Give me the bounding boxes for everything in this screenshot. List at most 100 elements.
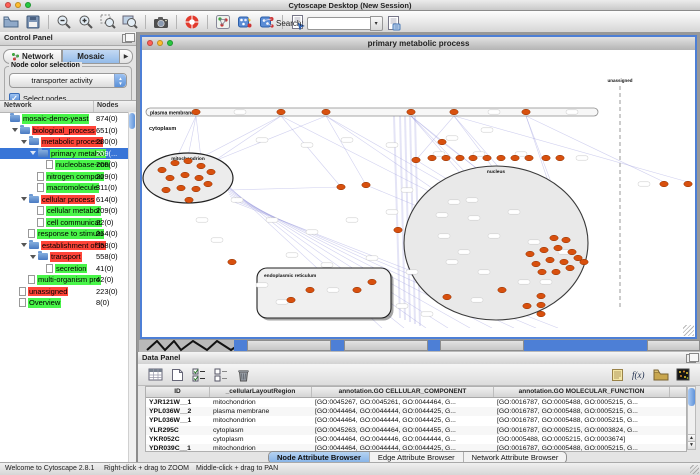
table-cell[interactable]: [GO:0045267, GO:0045261, GO:0044464, G..…	[312, 399, 494, 406]
unselect-attributes-icon[interactable]	[211, 366, 231, 384]
gene-node[interactable]	[166, 175, 174, 181]
gene-node[interactable]	[184, 158, 192, 164]
gene-node[interactable]	[483, 155, 491, 161]
column-header[interactable]: annotation.GO MOLECULAR_FUNCTION	[494, 387, 670, 397]
gene-node[interactable]	[684, 181, 692, 187]
tree-row[interactable]: response to stimulu264(0)	[0, 228, 136, 240]
app-titlebar[interactable]: Cytoscape Desktop (New Session)	[0, 0, 700, 11]
column-header[interactable]: _cellularLayoutRegion	[210, 387, 312, 397]
gene-node[interactable]	[158, 167, 166, 173]
tree-row[interactable]: primary metabol209(...	[0, 148, 136, 160]
gene-node[interactable]	[362, 182, 370, 188]
tree-row[interactable]: transport558(0)	[0, 251, 136, 263]
table-cell[interactable]: YKR052C	[146, 436, 210, 443]
gene-node[interactable]	[537, 293, 545, 299]
gene-node[interactable]	[195, 175, 203, 181]
table-row[interactable]: YPL036W__1mitochondrion[GO:0044464, GO:0…	[146, 416, 686, 425]
gene-node[interactable]	[162, 187, 170, 193]
gene-node[interactable]	[177, 185, 185, 191]
delete-attribute-icon[interactable]	[233, 366, 253, 384]
tree-row[interactable]: cellular process614(0)	[0, 194, 136, 206]
gene-node[interactable]	[204, 181, 212, 187]
expand-arrow-icon[interactable]	[21, 197, 27, 201]
tree-row[interactable]: Overview8(0)	[0, 297, 136, 309]
gene-node[interactable]	[450, 109, 458, 115]
attribute-table-header[interactable]: ID_cellularLayoutRegionannotation.GO CEL…	[146, 387, 686, 398]
select-attributes-icon[interactable]	[189, 366, 209, 384]
background-window[interactable]	[647, 340, 700, 351]
gene-node[interactable]	[228, 259, 236, 265]
node-color-dropdown[interactable]: transporter activity ▲▼	[9, 73, 127, 88]
tab-overflow-arrow[interactable]: ▶	[120, 49, 133, 64]
table-cell[interactable]: [GO:0044464, GO:0044446, GO:0044444, G..…	[312, 436, 494, 443]
tree-scrollbar[interactable]	[128, 112, 136, 462]
edge[interactable]	[326, 116, 366, 185]
gene-node[interactable]	[554, 245, 562, 251]
table-scrollbar-thumb[interactable]	[688, 388, 695, 406]
tree-row[interactable]: mosaic-demo-yeast874(0)	[0, 113, 136, 125]
window-resize-grip[interactable]	[683, 325, 694, 336]
gene-node[interactable]	[456, 155, 464, 161]
import-attributes-icon[interactable]	[651, 366, 671, 384]
table-cell[interactable]: [GO:0005488, GO:0005215, GO:0003674]	[494, 436, 670, 443]
gene-node[interactable]	[552, 269, 560, 275]
gene-node[interactable]	[526, 251, 534, 257]
tree-row[interactable]: nucleobase-con209(0)	[0, 159, 136, 171]
gene-node[interactable]	[407, 109, 415, 115]
table-cell[interactable]: YJR121W__1	[146, 399, 210, 406]
expand-arrow-icon[interactable]	[30, 151, 36, 155]
table-row[interactable]: YLR295Ccytoplasm[GO:0045263, GO:0044464,…	[146, 426, 686, 435]
table-scrollbar[interactable]: ▲ ▼	[687, 386, 696, 450]
gene-node[interactable]	[537, 302, 545, 308]
column-header[interactable]: annotation.GO CELLULAR_COMPONENT	[312, 387, 494, 397]
select-all-attributes-icon[interactable]	[145, 366, 165, 384]
network-canvas[interactable]: plasma membrane cytoplasm mitochondrion …	[142, 50, 695, 337]
gene-node[interactable]	[192, 186, 200, 192]
float-panel-icon[interactable]	[686, 354, 696, 363]
zoom-out-icon[interactable]	[54, 13, 74, 31]
gene-node[interactable]	[443, 294, 451, 300]
gene-node[interactable]	[546, 257, 554, 263]
nucleus-region[interactable]	[404, 166, 588, 320]
attribute-matrix-icon[interactable]	[673, 366, 693, 384]
search-input[interactable]	[307, 17, 370, 30]
table-cell[interactable]: mitochondrion	[210, 417, 312, 424]
table-cell[interactable]: YPL036W__2	[146, 408, 210, 415]
gene-node[interactable]	[394, 227, 402, 233]
gene-node[interactable]	[562, 237, 570, 243]
gene-node[interactable]	[306, 287, 314, 293]
expand-arrow-icon[interactable]	[21, 140, 27, 144]
background-windows-strip[interactable]	[139, 340, 700, 352]
gene-node[interactable]	[207, 169, 215, 175]
gene-node[interactable]	[337, 184, 345, 190]
tree-row[interactable]: cellular metabol209(0)	[0, 205, 136, 217]
network-graph[interactable]: plasma membrane cytoplasm mitochondrion …	[142, 50, 695, 328]
expand-arrow-icon[interactable]	[30, 255, 36, 259]
gene-node[interactable]	[197, 163, 205, 169]
apply-layout-icon[interactable]	[235, 13, 255, 31]
gene-node[interactable]	[511, 155, 519, 161]
gene-node[interactable]	[497, 155, 505, 161]
table-cell[interactable]: mitochondrion	[210, 399, 312, 406]
gene-node[interactable]	[522, 109, 530, 115]
edge[interactable]	[526, 116, 664, 182]
search-dropdown-button[interactable]: ▾	[370, 16, 383, 31]
open-file-icon[interactable]	[1, 13, 21, 31]
tree-row[interactable]: secretion41(0)	[0, 263, 136, 275]
gene-node[interactable]	[498, 287, 506, 293]
table-cell[interactable]: cytoplasm	[210, 436, 312, 443]
gene-node[interactable]	[287, 297, 295, 303]
tree-row[interactable]: biological_process651(0)	[0, 125, 136, 137]
table-cell[interactable]: cytoplasm	[210, 427, 312, 434]
gene-node[interactable]	[353, 287, 361, 293]
table-cell[interactable]: [GO:0016787, GO:0005488, GO:0005215, G..…	[494, 417, 670, 424]
gene-node[interactable]	[540, 247, 548, 253]
gene-node[interactable]	[428, 155, 436, 161]
gene-node[interactable]	[469, 155, 477, 161]
gene-node[interactable]	[442, 155, 450, 161]
edge[interactable]	[230, 187, 341, 190]
expand-arrow-icon[interactable]	[12, 128, 18, 132]
float-panel-icon[interactable]	[122, 34, 132, 43]
table-cell[interactable]: plasma membrane	[210, 408, 312, 415]
table-row[interactable]: YPL036W__2plasma membrane[GO:0044464, GO…	[146, 407, 686, 416]
